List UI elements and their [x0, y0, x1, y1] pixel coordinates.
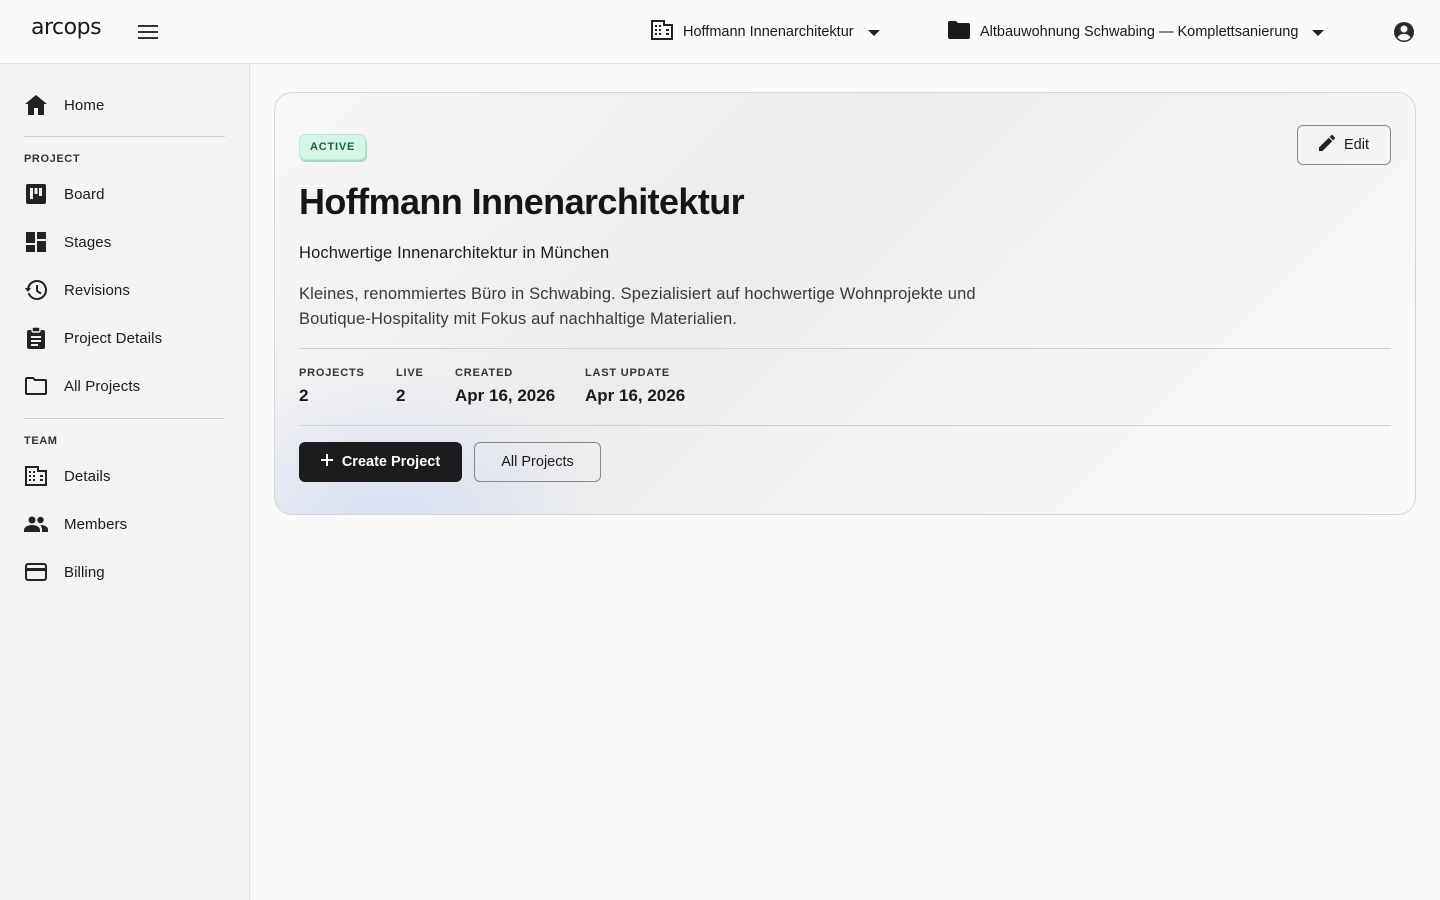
sidebar-item-label: Revisions [64, 281, 130, 299]
organization-name: Hoffmann Innenarchitektur [683, 24, 854, 40]
all-projects-button[interactable]: All Projects [474, 442, 601, 482]
page-title: Hoffmann Innenarchitektur [299, 181, 745, 222]
stat-label: LAST UPDATE [585, 367, 670, 379]
plus-icon [320, 454, 333, 470]
sidebar-item-stages[interactable]: Stages [0, 218, 249, 266]
clipboard-icon [24, 326, 48, 350]
building-icon [24, 464, 48, 488]
sidebar-item-details[interactable]: Details [0, 452, 249, 500]
sidebar-item-members[interactable]: Members [0, 500, 249, 548]
dropdown-arrow-icon [867, 24, 880, 40]
history-icon [24, 278, 48, 302]
sidebar-item-billing[interactable]: Billing [0, 548, 249, 596]
sidebar-item-label: Members [64, 515, 128, 533]
credit-card-icon [24, 560, 48, 584]
home-icon [24, 93, 48, 117]
folder-icon [948, 21, 970, 43]
sidebar-divider [24, 418, 225, 419]
sidebar: Home PROJECT Board Stages Revisions Proj… [0, 64, 250, 900]
stat-value: 2 [396, 386, 406, 405]
board-icon [24, 182, 48, 206]
create-project-button[interactable]: Create Project [299, 442, 462, 482]
building-icon [651, 20, 673, 44]
edit-button-label: Edit [1344, 137, 1369, 153]
pencil-icon [1319, 135, 1335, 155]
stat-created: CREATED Apr 16, 2026 [455, 367, 555, 406]
sidebar-item-project-details[interactable]: Project Details [0, 314, 249, 362]
stat-label: PROJECTS [299, 367, 365, 379]
create-project-label: Create Project [341, 454, 441, 470]
organization-selector[interactable]: Hoffmann Innenarchitektur [651, 18, 880, 46]
sidebar-item-label: Stages [64, 233, 112, 251]
sidebar-item-label: Details [64, 467, 111, 485]
stat-label: CREATED [455, 367, 513, 379]
app-logo[interactable]: arcops [31, 15, 102, 40]
sidebar-item-label: Project Details [64, 329, 163, 347]
sidebar-divider [24, 136, 225, 137]
sidebar-item-label: Board [64, 185, 105, 203]
sidebar-item-home[interactable]: Home [0, 81, 249, 129]
stat-live: LIVE 2 [396, 367, 424, 406]
card-divider [299, 348, 1391, 349]
stat-last-update: LAST UPDATE Apr 16, 2026 [585, 367, 685, 406]
sidebar-item-all-projects[interactable]: All Projects [0, 362, 249, 410]
status-badge: ACTIVE [299, 134, 367, 160]
stat-label: LIVE [396, 367, 424, 379]
people-icon [24, 512, 48, 536]
dashboard-icon [24, 230, 48, 254]
section-title-team: TEAM [24, 435, 58, 447]
section-title-project: PROJECT [24, 153, 81, 165]
card-divider [299, 425, 1391, 426]
top-bar: arcops Hoffmann Innenarchitektur Altbauw… [0, 0, 1440, 64]
stat-projects: PROJECTS 2 [299, 367, 365, 406]
organization-description: Kleines, renommiertes Büro in Schwabing.… [299, 285, 976, 328]
sidebar-item-board[interactable]: Board [0, 170, 249, 218]
account-circle-icon[interactable] [1392, 20, 1416, 44]
project-name: Altbauwohnung Schwabing — Komplettsanier… [980, 24, 1299, 40]
organization-card: ACTIVE Edit Hoffmann Innenarchitektur Ho… [274, 92, 1416, 515]
hamburger-menu-icon[interactable] [136, 20, 160, 44]
sidebar-item-label: Home [64, 96, 105, 114]
stat-value: 2 [299, 386, 309, 405]
sidebar-item-label: Billing [64, 563, 105, 581]
project-selector[interactable]: Altbauwohnung Schwabing — Komplettsanier… [948, 18, 1325, 46]
sidebar-item-revisions[interactable]: Revisions [0, 266, 249, 314]
stat-value: Apr 16, 2026 [455, 386, 556, 405]
edit-button[interactable]: Edit [1297, 125, 1391, 165]
organization-tagline: Hochwertige Innenarchitektur in München [299, 244, 610, 262]
sidebar-item-label: All Projects [64, 377, 141, 395]
stat-value: Apr 16, 2026 [585, 386, 686, 405]
folder-outline-icon [24, 374, 48, 398]
dropdown-arrow-icon [1312, 24, 1325, 40]
